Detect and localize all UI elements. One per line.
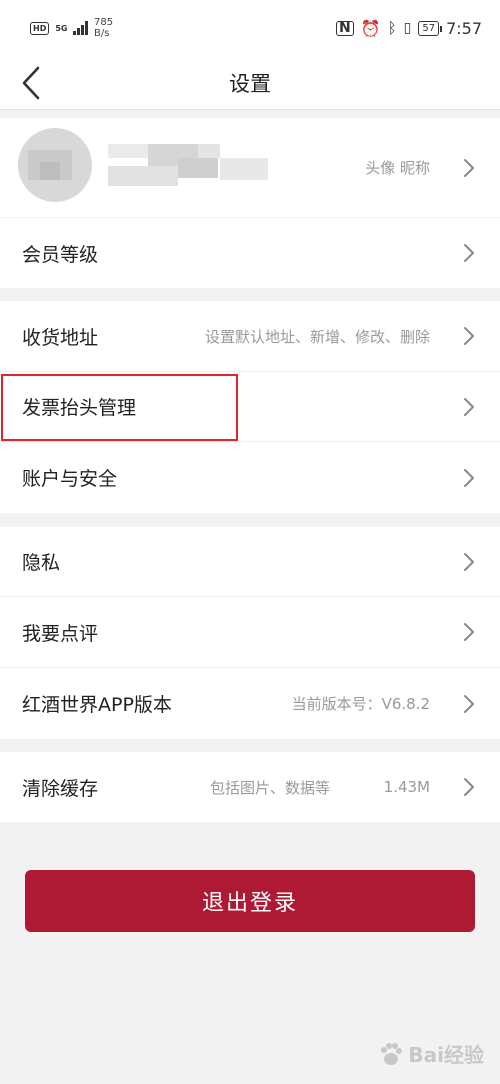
chevron-right-icon bbox=[464, 244, 474, 262]
review-label: 我要点评 bbox=[22, 622, 99, 645]
address-label: 收货地址 bbox=[22, 326, 99, 349]
app-version-label: 红酒世界APP版本 bbox=[22, 694, 172, 716]
chevron-right-icon bbox=[464, 552, 474, 571]
hd-icon: HD bbox=[30, 21, 50, 35]
misc-group: 隐私 我要点评 红酒世界APP版本 当前版本号：V6.8.2 bbox=[0, 527, 500, 739]
privacy-label: 隐私 bbox=[22, 552, 61, 574]
vibrate-icon: ▯ bbox=[403, 20, 412, 36]
cache-group: 清除缓存 包括图片、数据等 1.43M bbox=[0, 752, 500, 822]
member-level-row[interactable]: 会员等级 bbox=[0, 218, 500, 288]
chevron-right-icon bbox=[464, 623, 474, 641]
profile-value: 头像 昵称 bbox=[365, 159, 430, 177]
app-version-row[interactable]: 红酒世界APP版本 当前版本号：V6.8.2 bbox=[0, 668, 500, 739]
chevron-right-icon bbox=[464, 158, 474, 177]
status-bar: HD 5G 785 B/s N ⏰ ᛒ ▯ 57 7:57 bbox=[0, 0, 500, 56]
chevron-right-icon bbox=[464, 694, 474, 713]
clock: 7:57 bbox=[446, 18, 482, 38]
battery-icon: 57 bbox=[418, 20, 442, 36]
profile-group: 头像 昵称 bbox=[0, 118, 500, 217]
member-level-label: 会员等级 bbox=[22, 243, 99, 266]
chevron-right-icon bbox=[464, 397, 474, 416]
account-security-label: 账户与安全 bbox=[22, 468, 118, 490]
nickname-blurred bbox=[108, 144, 268, 188]
clear-cache-label: 清除缓存 bbox=[22, 777, 99, 800]
address-value: 设置默认地址、新增、修改、删除 bbox=[204, 327, 430, 346]
bluetooth-icon: ᛒ bbox=[387, 19, 397, 37]
watermark: Bai经验 bbox=[378, 1039, 484, 1068]
logout-button[interactable]: 退出登录 bbox=[25, 870, 475, 932]
highlight-annotation bbox=[1, 374, 238, 441]
chevron-right-icon bbox=[464, 778, 474, 796]
chevron-right-icon bbox=[464, 327, 474, 345]
account-security-row[interactable]: 账户与安全 bbox=[0, 442, 500, 513]
watermark-text: Bai经验 bbox=[408, 1043, 484, 1067]
net-speed: 785 B/s bbox=[93, 17, 114, 39]
address-row[interactable]: 收货地址 设置默认地址、新增、修改、删除 bbox=[0, 301, 500, 372]
review-row[interactable]: 我要点评 bbox=[0, 597, 500, 668]
cache-size: 1.43M bbox=[383, 778, 430, 796]
clear-cache-row[interactable]: 清除缓存 包括图片、数据等 1.43M bbox=[0, 752, 500, 822]
nav-bar: 设置 bbox=[0, 56, 500, 110]
avatar bbox=[18, 128, 92, 202]
signal-icon bbox=[73, 21, 88, 35]
alarm-icon: ⏰ bbox=[360, 18, 381, 38]
network-type: 5G bbox=[55, 23, 68, 33]
paw-icon bbox=[381, 1042, 403, 1065]
profile-row[interactable]: 头像 昵称 bbox=[0, 118, 500, 217]
cache-description: 包括图片、数据等 bbox=[209, 778, 330, 797]
nfc-icon: N bbox=[335, 20, 354, 36]
page-title: 设置 bbox=[229, 72, 271, 96]
app-version-value: 当前版本号：V6.8.2 bbox=[291, 695, 430, 713]
chevron-right-icon bbox=[464, 468, 474, 487]
member-group: 会员等级 bbox=[0, 218, 500, 288]
privacy-row[interactable]: 隐私 bbox=[0, 527, 500, 597]
